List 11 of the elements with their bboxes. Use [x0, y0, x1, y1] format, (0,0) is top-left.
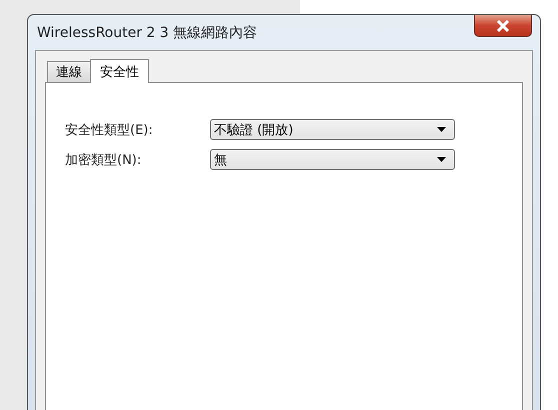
- tab[interactable]: 連線: [47, 61, 91, 82]
- tab[interactable]: 安全性: [90, 59, 149, 83]
- close-icon: [496, 20, 510, 32]
- dropdown-arrow-icon: [437, 127, 446, 132]
- window-title: WirelessRouter 2 3 無線網路內容: [37, 24, 258, 42]
- close-button[interactable]: [474, 15, 532, 37]
- dropdown[interactable]: 無: [210, 149, 455, 170]
- field-label: 加密類型(N):: [65, 152, 142, 168]
- field-label: 安全性類型(E):: [65, 122, 154, 138]
- dropdown[interactable]: 不驗證 (開放): [210, 119, 455, 140]
- dropdown-arrow-icon: [437, 157, 446, 162]
